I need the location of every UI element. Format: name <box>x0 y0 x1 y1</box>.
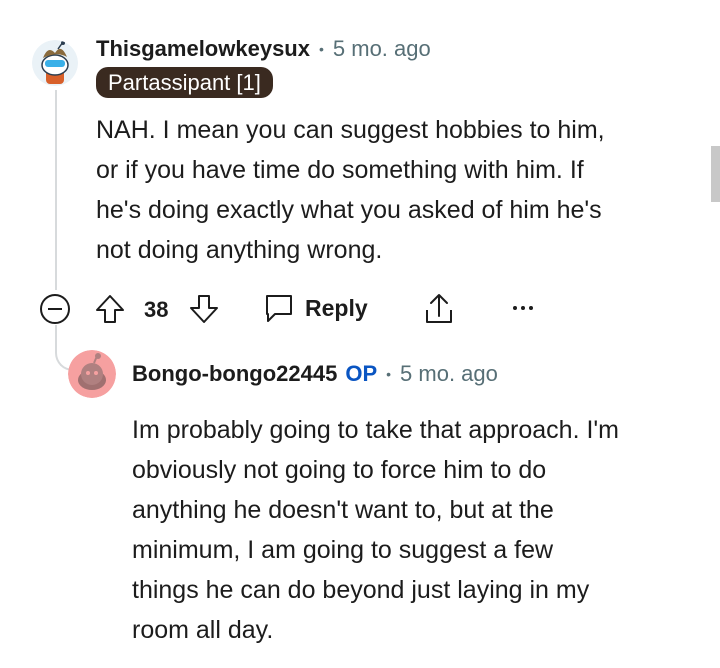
upvote-button[interactable] <box>95 293 125 325</box>
reply-body-line: room all day. <box>132 616 274 644</box>
reply-body-line: anything he doesn't want to, but at the <box>132 496 554 524</box>
collapse-minus-icon <box>40 294 70 324</box>
comment-username[interactable]: Thisgamelowkeysux <box>96 36 310 62</box>
reply-username[interactable]: Bongo-bongo22445 <box>132 361 337 387</box>
reply-body-line: things he can do beyond just laying in m… <box>132 576 590 604</box>
reply-label: Reply <box>305 294 368 321</box>
more-dots-icon <box>513 306 533 310</box>
op-badge: OP <box>345 361 378 386</box>
comment-body-line: or if you have time do something with hi… <box>96 156 584 184</box>
collapse-button[interactable] <box>39 293 71 325</box>
share-button[interactable] <box>423 292 455 326</box>
reply-body-line: minimum, I am going to suggest a few <box>132 536 554 564</box>
reply-timestamp: 5 mo. ago <box>400 361 498 386</box>
reply-avatar[interactable] <box>68 350 116 398</box>
downvote-button[interactable] <box>189 293 219 325</box>
comment-meta: Thisgamelowkeysux • 5 mo. ago <box>96 36 431 62</box>
snoo-default-avatar-icon <box>68 350 116 398</box>
snoo-avatar-icon <box>32 40 78 86</box>
more-button[interactable] <box>511 300 535 316</box>
reply-body: Im probably going to take that approach.… <box>132 410 619 650</box>
reply-button[interactable]: Reply <box>263 292 368 324</box>
reply-body-line: Im probably going to take that approach.… <box>132 416 619 444</box>
reply-body-line: obviously not going to force him to do <box>132 456 547 484</box>
thread-line <box>55 90 57 290</box>
user-flair: Partassipant [1] <box>96 67 273 98</box>
speech-bubble-icon <box>266 295 292 322</box>
arrow-down-icon <box>190 295 218 323</box>
comment-body: NAH. I mean you can suggest hobbies to h… <box>96 110 605 270</box>
dot-separator: • <box>318 41 324 57</box>
vote-count: 38 <box>144 297 169 322</box>
comment-timestamp: 5 mo. ago <box>332 36 431 61</box>
scrollbar-thumb[interactable] <box>711 146 720 202</box>
arrow-up-icon <box>96 295 124 323</box>
user-avatar[interactable] <box>32 40 78 86</box>
comment-body-line: he's doing exactly what you asked of him… <box>96 196 602 224</box>
comment-body-line: not doing anything wrong. <box>96 236 383 264</box>
share-icon <box>426 294 452 323</box>
dot-separator: • <box>386 366 392 382</box>
reply-meta: Bongo-bongo22445 OP • 5 mo. ago <box>132 361 498 387</box>
comment-body-line: NAH. I mean you can suggest hobbies to h… <box>96 116 605 144</box>
